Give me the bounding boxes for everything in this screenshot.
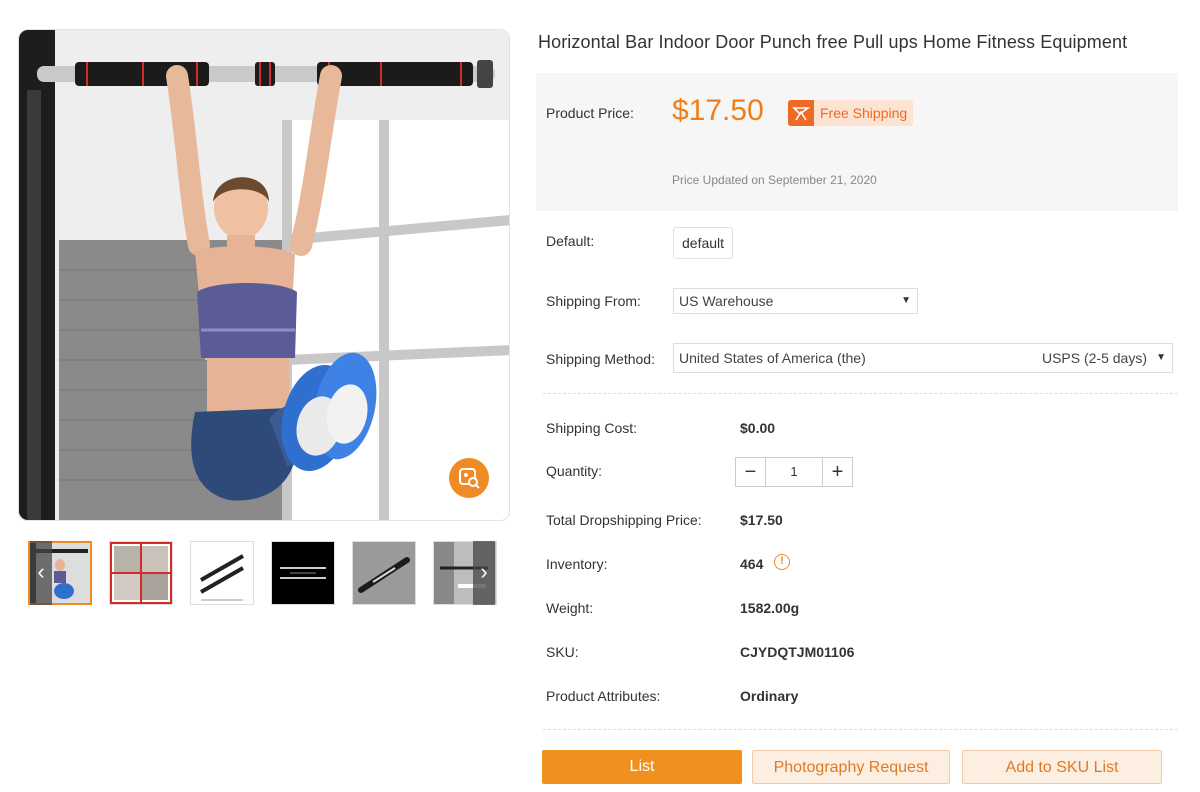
thumbnail-next-arrow[interactable]: › [473,541,495,605]
shipping-method-country: United States of America (the) [679,350,866,366]
product-main-image[interactable] [18,29,510,521]
weight-value: 1582.00g [740,600,800,616]
image-search-button[interactable] [449,458,489,498]
photography-request-button[interactable]: Photography Request [752,750,950,784]
divider [543,393,1178,394]
shipping-from-label: Shipping From: [546,293,641,309]
image-search-icon [459,468,480,489]
shipping-method-service: USPS (2-5 days) [1041,350,1147,366]
divider [543,729,1178,730]
list-button[interactable]: List [542,750,742,784]
product-price: $17.50 [672,94,764,127]
thumbnail-3[interactable] [190,541,254,605]
quantity-stepper: − 1 + [735,457,853,487]
thumbnail-2[interactable] [109,541,173,605]
attributes-value: Ordinary [740,688,799,704]
thumbnail-4[interactable] [271,541,335,605]
sku-value: CJYDQTJM01106 [740,644,855,660]
shipping-cost-label: Shipping Cost: [546,420,638,436]
default-label: Default: [546,233,595,249]
thumbnail-image [191,542,253,604]
shipping-method-select[interactable]: United States of America (the) USPS (2-5… [673,343,1173,373]
thumbnail-prev-arrow[interactable]: ‹ [30,541,52,605]
inventory-value: 464 [740,556,764,572]
total-price-value: $17.50 [740,512,783,528]
weight-label: Weight: [546,600,594,616]
thumbnail-image [110,542,172,604]
shipping-method-label: Shipping Method: [546,351,655,367]
thumbnail-image [272,542,334,604]
sku-label: SKU: [546,644,579,660]
shipping-cost-value: $0.00 [740,420,776,436]
free-shipping-text: Free Shipping [820,105,908,121]
thumbnail-strip: ‹ › [28,541,498,605]
price-label: Product Price: [546,105,634,121]
price-panel: Product Price: $17.50 Free Shipping Pric… [536,73,1178,211]
product-title: Horizontal Bar Indoor Door Punch free Pu… [538,32,1128,52]
total-price-label: Total Dropshipping Price: [546,512,702,528]
thumbnail-5[interactable] [352,541,416,605]
free-shipping-badge: Free Shipping [788,100,913,126]
product-photo [19,30,509,520]
quantity-label: Quantity: [546,463,603,479]
variant-default-chip[interactable]: default [673,227,734,259]
attributes-label: Product Attributes: [546,688,661,704]
quantity-input[interactable]: 1 [765,458,823,486]
thumbnail-image [353,542,415,604]
shipping-from-select[interactable]: US Warehouse ▼ [673,288,918,314]
add-to-sku-list-button[interactable]: Add to SKU List [962,750,1162,784]
chevron-down-icon: ▼ [1156,352,1166,363]
inventory-warning-icon[interactable]: ! [774,554,790,570]
free-shipping-icon [788,100,814,126]
quantity-increase-button[interactable]: + [823,458,852,486]
inventory-label: Inventory: [546,556,608,572]
quantity-decrease-button[interactable]: − [736,458,765,486]
shipping-from-value: US Warehouse [679,293,774,309]
chevron-down-icon: ▼ [901,295,911,306]
price-updated-text: Price Updated on September 21, 2020 [672,173,877,187]
